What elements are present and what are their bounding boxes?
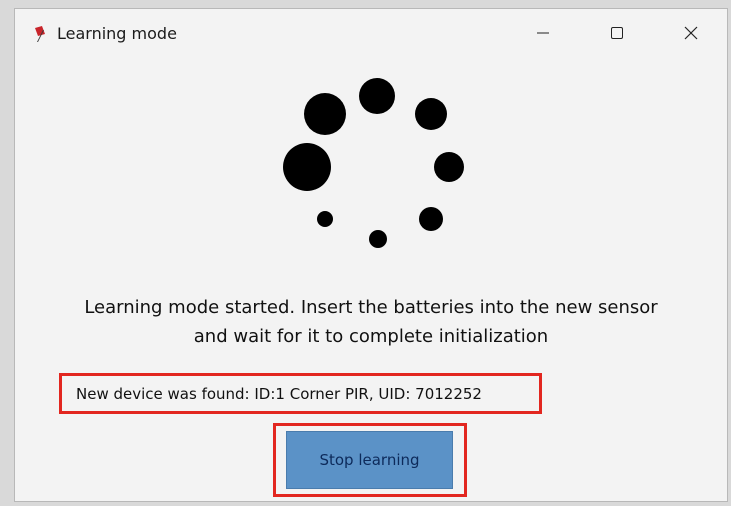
app-icon bbox=[35, 26, 45, 42]
close-button[interactable] bbox=[663, 9, 719, 57]
device-found-status: New device was found: ID:1 Corner PIR, U… bbox=[59, 373, 542, 414]
spinner-dot bbox=[359, 78, 395, 114]
loading-spinner-icon bbox=[283, 78, 464, 248]
spinner-dot bbox=[304, 93, 346, 135]
instruction-line-2: and wait for it to complete initializati… bbox=[193, 326, 549, 347]
minimize-icon bbox=[537, 32, 549, 34]
minimize-button[interactable] bbox=[515, 9, 571, 57]
learning-mode-window: Learning mode Learning mode started. Ins… bbox=[14, 8, 728, 502]
device-found-text: New device was found: ID:1 Corner PIR, U… bbox=[76, 384, 482, 403]
stop-learning-label: Stop learning bbox=[319, 451, 420, 469]
spinner-dot bbox=[419, 207, 443, 231]
maximize-icon bbox=[611, 27, 623, 39]
stop-button-highlight: Stop learning bbox=[273, 423, 467, 497]
maximize-button[interactable] bbox=[589, 9, 645, 57]
instruction-line-1: Learning mode started. Insert the batter… bbox=[84, 297, 658, 318]
spinner-dot bbox=[317, 211, 333, 227]
instruction-message: Learning mode started. Insert the batter… bbox=[15, 293, 727, 351]
spinner-dot bbox=[283, 143, 331, 191]
spinner-dot bbox=[369, 230, 387, 248]
spinner-dot bbox=[434, 152, 464, 182]
close-icon bbox=[684, 26, 698, 40]
stop-learning-button[interactable]: Stop learning bbox=[286, 431, 453, 489]
window-content: Learning mode started. Insert the batter… bbox=[15, 57, 727, 501]
title-bar[interactable]: Learning mode bbox=[15, 9, 727, 57]
spinner-dot bbox=[415, 98, 447, 130]
window-title: Learning mode bbox=[57, 24, 177, 43]
